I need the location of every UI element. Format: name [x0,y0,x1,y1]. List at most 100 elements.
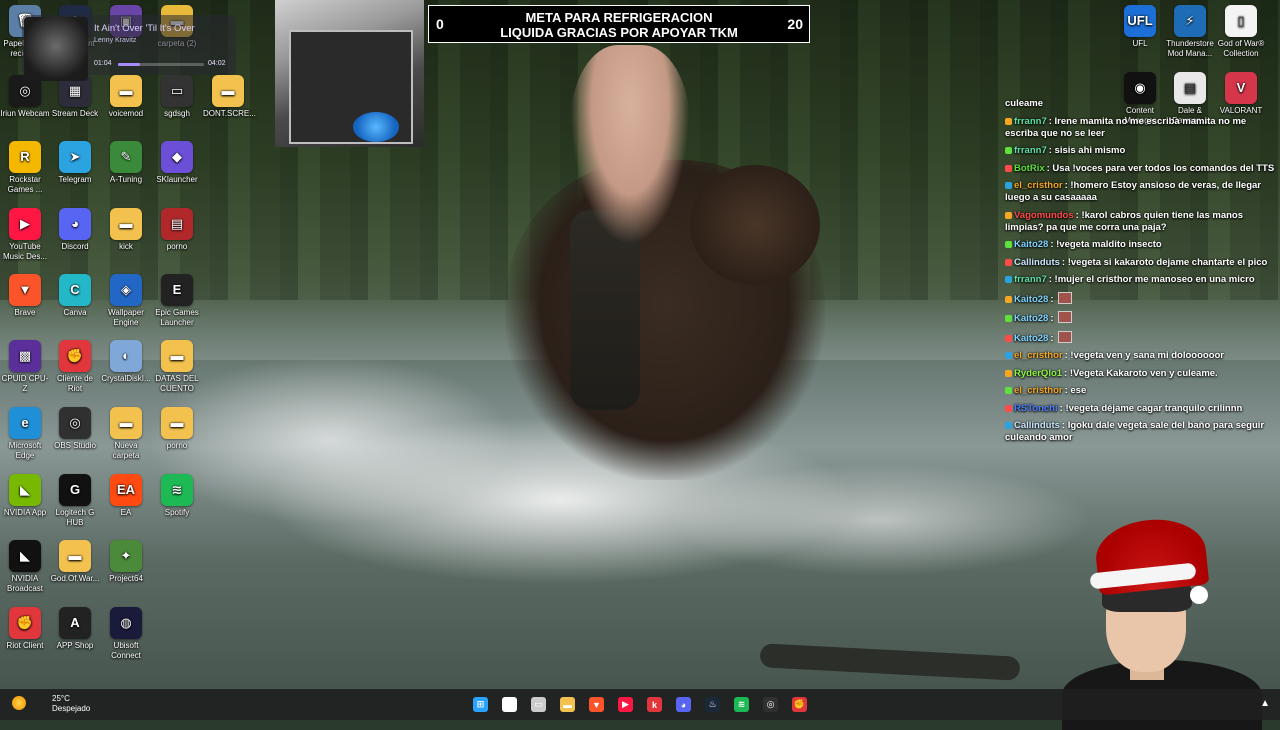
desktop-icon-obs-studio[interactable]: ◎ OBS Studio [50,407,100,451]
song-progress-bar[interactable] [118,63,204,66]
desktop-icon-label: Iriun Webcam [0,109,50,118]
desktop-icon-voicemod[interactable]: ▬ voicemod [101,75,151,119]
logitech-g-hub-icon: G [59,474,91,506]
chat-message: culeame [1005,98,1275,110]
desktop-icon-label: God.Of.War... [50,574,100,583]
desktop-icon-iriun-webcam[interactable]: ◎ Iriun Webcam [0,75,50,119]
desktop-icon-canva[interactable]: C Canva [50,274,100,318]
desktop-icon-a-tuning[interactable]: ✎ A-Tuning [101,141,151,185]
desktop-icon-logitech-g-hub[interactable]: G Logitech G HUB [50,474,100,527]
start-taskbar-button[interactable]: ⊞ [469,693,492,716]
task-view-taskbar-button[interactable]: ▭ [527,693,550,716]
chat-emote-icon [1057,311,1072,323]
desktop-icon-porno[interactable]: ▬ porno [152,407,202,451]
desktop-icon-cpuid-cpu-z[interactable]: ▩ CPUID CPU-Z [0,340,50,393]
desktop-icon-rockstar-games[interactable]: R Rockstar Games ... [0,141,50,194]
chat-username: frrann7 [1014,274,1047,285]
desktop-icon-datas-del-cuento[interactable]: ▬ DATAS DEL CUENTO [152,340,202,393]
chat-username: RyderQlo1 [1014,367,1063,379]
kick-taskbar-button[interactable]: k [643,693,666,716]
goal-banner: 0 META PARA REFRIGERACION LIQUIDA GRACIA… [428,5,810,43]
desktop-icon-sgdsgh[interactable]: ▭ sgdsgh [152,75,202,119]
desktop-icon-ubisoft-connect[interactable]: ◍ Ubisoft Connect [101,607,151,660]
chat-badge-icon [1005,352,1012,359]
desktop-icon-nueva-carpeta[interactable]: ▬ Nueva carpeta [101,407,151,460]
desktop-icon-god-of-war-collection[interactable]: ▯ God of War® Collection [1216,5,1266,58]
steam-taskbar-button[interactable]: ♨ [701,693,724,716]
desktop-icon-app-shop[interactable]: A APP Shop [50,607,100,651]
desktop-icon-porno[interactable]: ▤ porno [152,208,202,252]
riot-taskbar-button[interactable]: ✊ [788,693,811,716]
desktop-icon-label: Stream Deck [51,109,99,118]
desktop-icon-label: NVIDIA Broadcast [6,574,44,593]
desktop-icon-ufl[interactable]: UFL UFL [1115,5,1165,49]
chat-message: frrann7: !mujer el cristhor me manoseo e… [1005,274,1275,286]
desktop-icon-kick[interactable]: ▬ kick [101,208,151,252]
app-shop-icon: A [59,607,91,639]
chat-badge-icon [1005,147,1012,154]
desktop-icon-spotify[interactable]: ≋ Spotify [152,474,202,518]
desktop-icon-label: Cliente de Riot [56,374,94,393]
chat-badge-icon [1005,334,1012,342]
discord-taskbar-button[interactable]: ◕ [672,693,695,716]
goal-title-line-2: LIQUIDA GRACIAS POR APOYAR TKM [500,25,738,40]
desktop-icon-cliente-de-riot[interactable]: ✊ Cliente de Riot [50,340,100,393]
file-explorer-taskbar-button[interactable]: ▬ [556,693,579,716]
desktop-icon-epic-games-launcher[interactable]: E Epic Games Launcher [152,274,202,327]
desktop-icon-stream-deck[interactable]: ▦ Stream Deck [50,75,100,119]
weather-temperature: 25°C [52,694,70,703]
chat-text: : [1050,332,1054,344]
chat-text: : Usa !voces para ver todos los comandos… [1046,162,1275,174]
chat-text: : sisis ahi mismo [1048,145,1126,156]
wallpaper-rider [570,45,690,245]
spotify-taskbar-button[interactable]: ≋ [730,693,753,716]
desktop-icon-discord[interactable]: ◕ Discord [50,208,100,252]
desktop-icon-crystaldiski[interactable]: ◐ CrystalDiskI... [101,340,151,384]
youtube-music-des-icon: ▶ [9,208,41,240]
chat-text: : !mujer el cristhor me manoseo en una m… [1048,274,1255,285]
desktop-icon-label: EA [120,508,132,517]
chat-username: Kaito28 [1014,239,1049,250]
youtube-music-icon: ▶ [618,697,633,712]
desktop-icon-label: APP Shop [56,641,94,650]
desktop-icon-thunderstore-mod-mana[interactable]: ⚡ Thunderstore Mod Mana... [1165,5,1215,58]
chat-text: : !vegeta ven y sana mi doloooooor [1064,350,1224,361]
microsoft-edge-icon: e [9,407,41,439]
brave-icon: ▼ [589,697,604,712]
desktop-icon-nvidia-app[interactable]: ◣ NVIDIA App [0,474,50,518]
desktop-icon-ea[interactable]: EA EA [101,474,151,518]
desktop-icon-label: Telegram [58,175,92,184]
desktop-icon-god-of-war[interactable]: ▬ God.Of.War... [50,540,100,584]
youtube-music-taskbar-button[interactable]: ▶ [614,693,637,716]
desktop-icon-youtube-music-des[interactable]: ▶ YouTube Music Des... [0,208,50,261]
desktop-icon-label: NVIDIA App [3,508,47,517]
desktop-icon-wallpaper-engine[interactable]: ◈ Wallpaper Engine [101,274,151,327]
desktop-icon-telegram[interactable]: ➤ Telegram [50,141,100,185]
desktop-icon-label: DONT.SCRE... [203,109,256,118]
chat-username: el_cristhor [1014,350,1063,361]
wallpaper-engine-icon: ◈ [110,274,142,306]
desktop-icon-riot-client[interactable]: ✊ Riot Client [0,607,50,651]
chat-text: : !vegeta si kakaroto dejame chantarte e… [1061,256,1268,268]
weather-widget[interactable]: 25°C Despejado [12,694,90,714]
desktop-icon-microsoft-edge[interactable]: e Microsoft Edge [0,407,50,460]
desktop-icon-project64[interactable]: ✦ Project64 [101,540,151,584]
brave-taskbar-button[interactable]: ▼ [585,693,608,716]
search-taskbar-button[interactable]: ⌕ [498,693,521,716]
desktop-icon-label: A-Tuning [109,175,143,184]
system-tray-overflow-icon[interactable]: ▲ [1260,698,1270,709]
chat-message: el_cristhor: !vegeta ven y sana mi doloo… [1005,350,1275,362]
steam-icon: ♨ [705,697,720,712]
dont-scre-icon: ▬ [212,75,244,107]
desktop-icon-dont-scre[interactable]: ▬ DONT.SCRE... [203,75,256,119]
kick-icon: ▬ [110,208,142,240]
desktop-icon-label: OBS Studio [54,441,96,450]
obs-taskbar-button[interactable]: ◎ [759,693,782,716]
now-playing-widget[interactable]: It Ain't Over 'Til It's Over Lenny Kravi… [22,15,236,81]
desktop-icon-brave[interactable]: ▼ Brave [0,274,50,318]
chat-text: : !Vegeta Kakaroto ven y culeame. [1064,367,1218,379]
desktop-icon-sklauncher[interactable]: ◆ SKlauncher [152,141,202,185]
god-of-war-collection-icon: ▯ [1225,5,1257,37]
weather-condition: Despejado [52,704,91,713]
desktop-icon-nvidia-broadcast[interactable]: ◣ NVIDIA Broadcast [0,540,50,593]
